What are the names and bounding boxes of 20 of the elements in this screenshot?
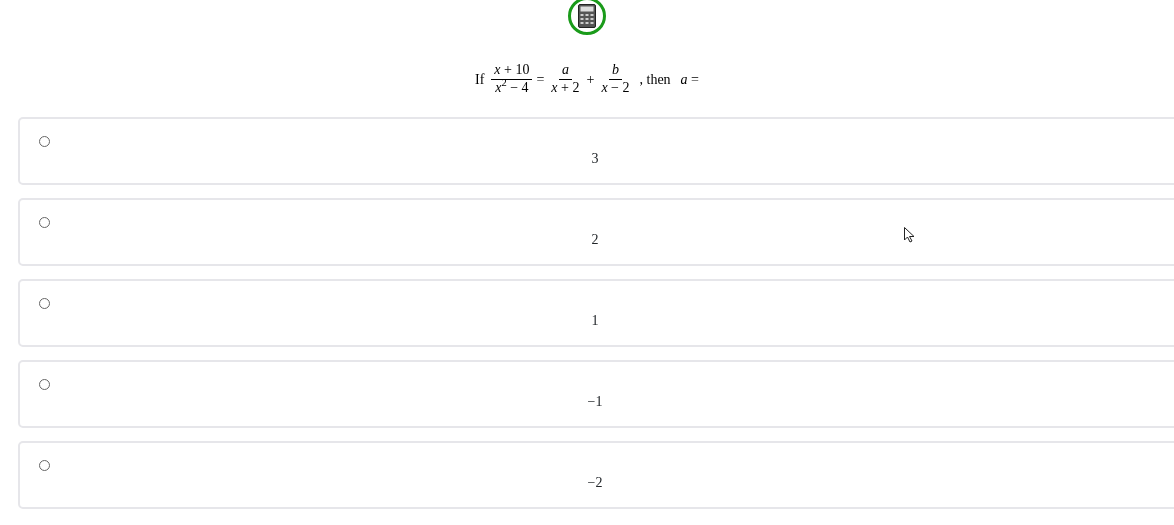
answer-text: 3 [591,150,599,168]
answer-option[interactable]: −2 [18,441,1174,509]
question-text: , then [639,70,671,89]
answer-text: −1 [587,393,603,411]
answer-option[interactable]: 2 [18,198,1174,266]
mouse-cursor-icon [904,227,915,243]
fraction: a x + 2 [550,62,581,96]
question-text: If [475,70,485,89]
answer-option[interactable]: 1 [18,279,1174,347]
answer-text: 1 [591,312,599,330]
fraction: b x − 2 [600,62,631,96]
math-operator: + [586,70,595,89]
math-operator: = [536,70,545,89]
calculator-icon [578,4,596,28]
answer-option[interactable]: 3 [18,117,1174,185]
calculator-button[interactable] [568,0,606,35]
question-text: a = [680,70,699,89]
answer-text: 2 [591,231,599,249]
answer-text: −2 [587,474,603,492]
answer-option[interactable]: −1 [18,360,1174,428]
